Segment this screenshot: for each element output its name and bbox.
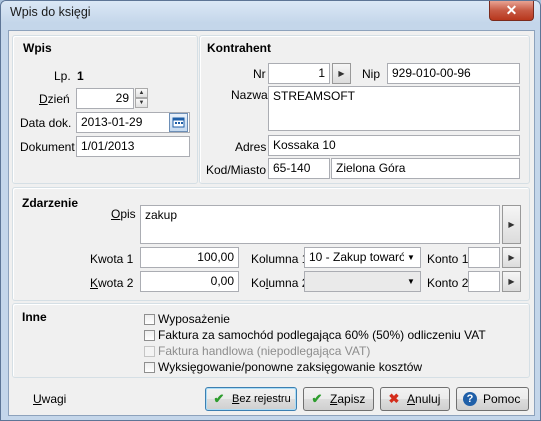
kod-pocztowy-input[interactable]: 65-140 [268, 158, 330, 179]
nazwa-label: Nazwa [231, 88, 268, 102]
wpis-group-title: Wpis [23, 41, 52, 55]
dokument-label: Dokument [20, 140, 75, 154]
title-bar: Wpis do księgi ✕ [1, 1, 540, 23]
nr-lookup-button[interactable]: ▶ [332, 63, 351, 84]
nip-input[interactable]: 929-010-00-96 [387, 63, 520, 84]
konto2-lookup-button[interactable]: ▶ [502, 271, 521, 292]
wyksiegowanie-checkbox[interactable] [144, 362, 155, 373]
konto1-lookup-button[interactable]: ▶ [502, 247, 521, 268]
dokument-input[interactable]: 1/01/2013 [76, 136, 190, 157]
kolumna2-select[interactable]: ▼ [304, 271, 421, 292]
pomoc-button[interactable]: ? Pomoc [456, 387, 529, 411]
dzien-spin-down[interactable]: ▼ [135, 98, 148, 108]
kolumna2-label: Kolumna 2 [251, 276, 309, 290]
nr-input[interactable]: 1 [268, 63, 330, 84]
kwota1-label: Kwota 1 [90, 252, 134, 266]
dialog-body: Wpis Lp. 1 Dzień 29 ▲ ▼ Data dok. 2013-0… [8, 30, 535, 416]
checkmark-icon: ✔ [213, 391, 225, 406]
kontrahent-group-title: Kontrahent [207, 41, 271, 55]
dzien-spin-up[interactable]: ▲ [135, 88, 148, 98]
checkmark-icon: ✔ [311, 391, 323, 406]
konto2-input[interactable] [468, 271, 500, 292]
kod-miasto-label: Kod/Miasto [206, 163, 267, 177]
opis-lookup-button[interactable]: ▶ [502, 205, 521, 244]
zapisz-button[interactable]: ✔ Zapisz [303, 387, 374, 411]
uwagi-link[interactable]: Uwagi [33, 392, 66, 406]
close-icon: ✕ [505, 2, 518, 18]
adres-label: Adres [235, 140, 267, 154]
dialog-window: Wpis do księgi ✕ Wpis Lp. 1 Dzień 29 ▲ ▼… [0, 0, 541, 421]
dzien-input[interactable]: 29 [76, 88, 134, 109]
spin-down-icon: ▼ [138, 100, 145, 106]
dzien-label: Dzień [39, 92, 70, 106]
bez-rejestru-button[interactable]: ✔ Bez rejestru [205, 387, 297, 411]
faktura-samochod-checkbox[interactable] [144, 330, 155, 341]
help-icon: ? [463, 392, 477, 406]
arrow-right-icon: ▶ [508, 277, 515, 286]
close-button[interactable]: ✕ [489, 1, 534, 21]
kolumna1-select[interactable]: 10 - Zakup towaró ▼ [304, 247, 421, 268]
kolumna1-value: 10 - Zakup towaró [309, 250, 406, 264]
chevron-down-icon: ▼ [404, 250, 418, 265]
wyposazenie-checkbox[interactable] [144, 314, 155, 325]
faktura-handlowa-label: Faktura handlowa (niepodlegająca VAT) [158, 344, 371, 358]
nr-label: Nr [253, 67, 266, 81]
anuluj-button[interactable]: ✖ Anuluj [380, 387, 450, 411]
zdarzenie-group-title: Zdarzenie [22, 196, 79, 210]
kwota2-label: Kwota 2 [90, 276, 134, 290]
miasto-input[interactable]: Zielona Góra [331, 158, 520, 179]
lp-label: Lp. [54, 69, 71, 83]
kwota2-input[interactable]: 0,00 [140, 271, 239, 292]
faktura-samochod-label: Faktura za samochód podlegająca 60% (50%… [158, 328, 486, 342]
arrow-right-icon: ▶ [338, 69, 345, 78]
data-dok-label: Data dok. [20, 116, 72, 130]
konto2-label: Konto 2 [427, 276, 469, 290]
lp-value: 1 [77, 69, 84, 83]
opis-input[interactable]: zakup [140, 205, 500, 244]
opis-label: Opis [111, 207, 136, 221]
cross-icon: ✖ [388, 391, 400, 406]
arrow-right-icon: ▶ [508, 253, 515, 262]
nazwa-input[interactable]: STREAMSOFT [268, 86, 520, 131]
chevron-down-icon: ▼ [407, 277, 415, 286]
nip-label: Nip [362, 67, 381, 81]
adres-input[interactable]: Kossaka 10 [268, 135, 520, 156]
kolumna1-label: Kolumna 1 [251, 252, 309, 266]
faktura-handlowa-checkbox [144, 346, 155, 357]
window-title: Wpis do księgi [10, 5, 91, 19]
wyposazenie-label: Wyposażenie [158, 312, 230, 326]
wpis-group [12, 35, 198, 184]
calendar-icon[interactable] [169, 113, 188, 132]
inne-group-title: Inne [22, 310, 47, 324]
konto1-input[interactable] [468, 247, 500, 268]
konto1-label: Konto 1 [427, 252, 469, 266]
wyksiegowanie-label: Wyksięgowanie/ponowne zaksięgowanie kosz… [158, 360, 423, 374]
kwota1-input[interactable]: 100,00 [140, 247, 239, 268]
arrow-right-icon: ▶ [508, 220, 515, 229]
spin-up-icon: ▲ [138, 90, 145, 96]
